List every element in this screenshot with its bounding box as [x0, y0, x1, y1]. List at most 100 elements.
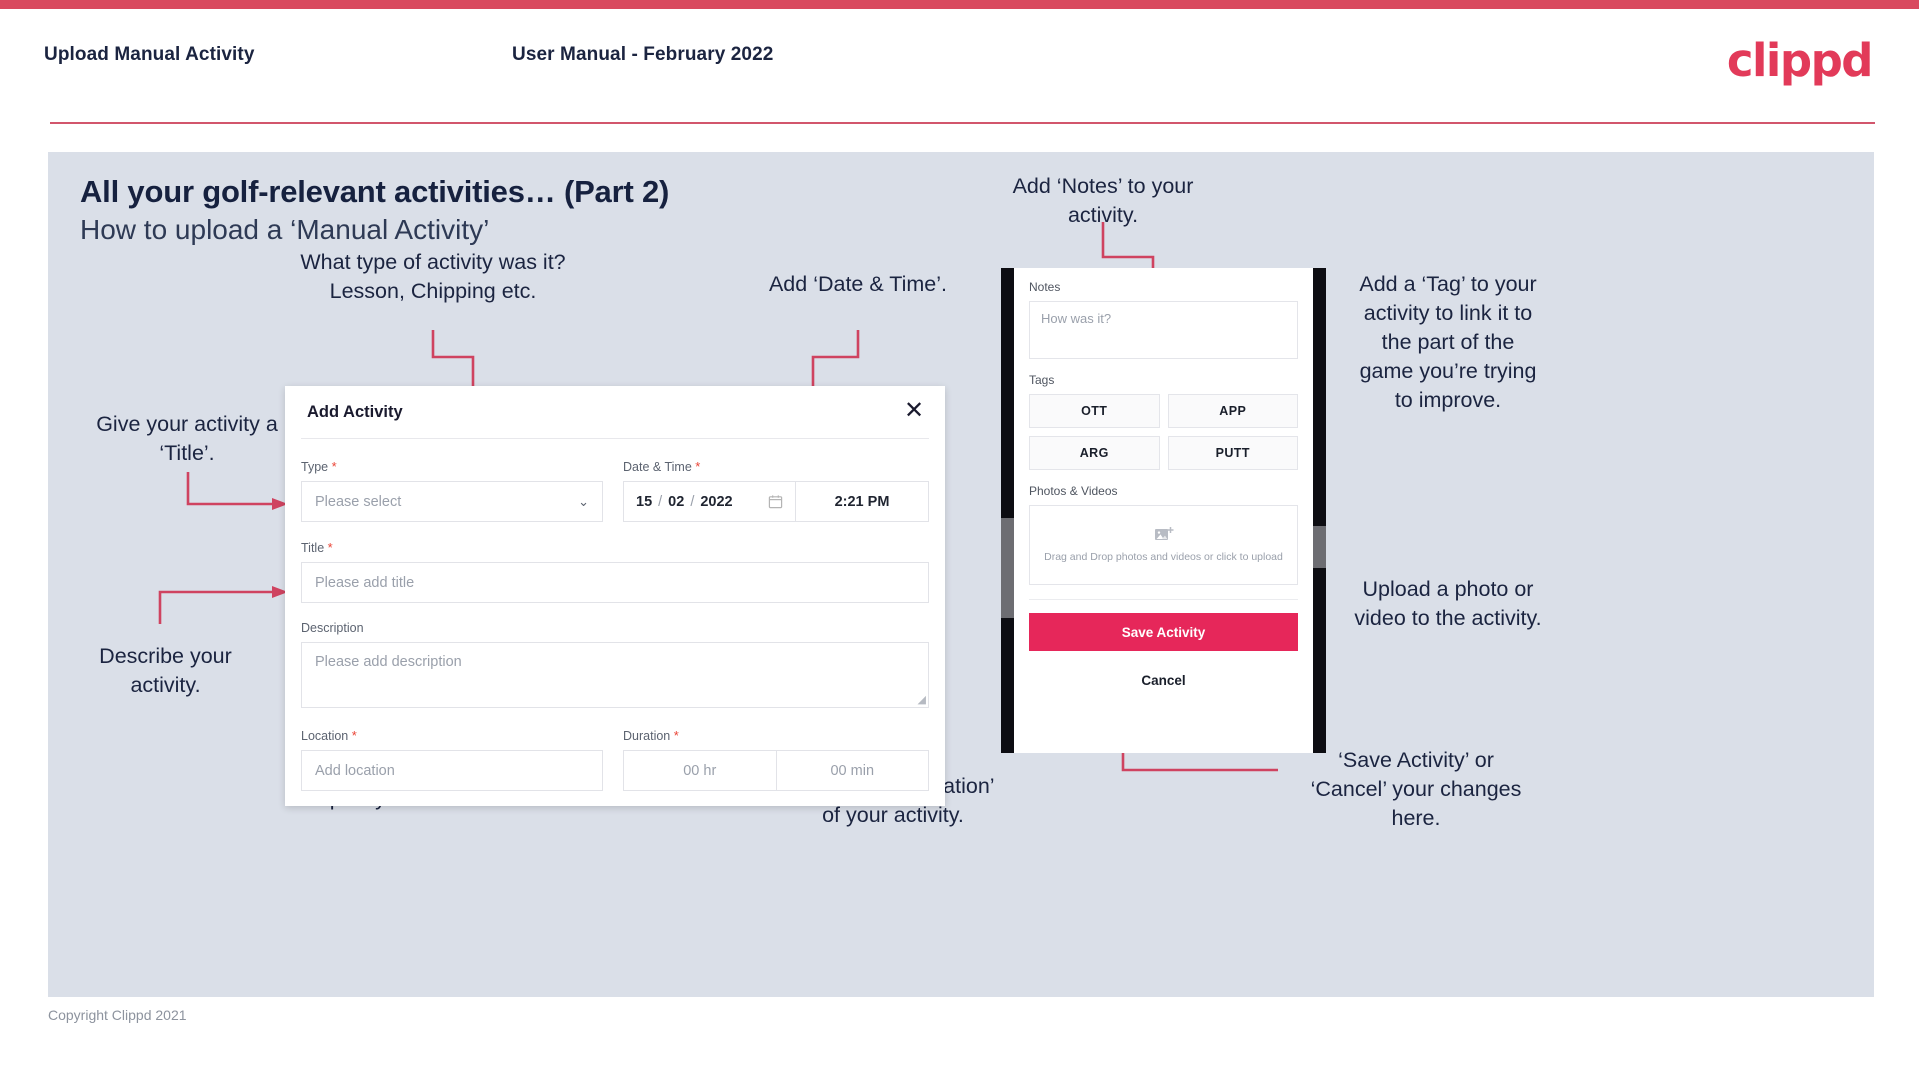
annotation-upload-line1: Upload a photo or: [1362, 577, 1534, 601]
field-location: Location * Add location: [301, 728, 603, 791]
annotation-save-cancel-line2: ‘Cancel’ your changes: [1310, 777, 1522, 801]
title-required-asterisk: *: [327, 540, 333, 555]
duration-group: 00 hr 00 min: [623, 750, 929, 791]
annotation-description-line2: activity.: [130, 673, 201, 697]
tag-button-app[interactable]: APP: [1167, 394, 1298, 428]
annotation-notes-line1: Add ‘Notes’ to your: [1012, 174, 1194, 198]
dialog-header: Add Activity ✕: [285, 386, 945, 438]
location-label-text: Location: [301, 729, 349, 743]
duration-required-asterisk: *: [673, 728, 679, 743]
chevron-down-icon: ⌄: [578, 493, 589, 509]
field-date-time: Date & Time * 15 / 02 / 2022 2:21 PM: [623, 459, 929, 522]
location-input[interactable]: Add location: [301, 750, 603, 791]
notes-label: Notes: [1029, 280, 1061, 294]
tags-grid: OTT APP ARG PUTT: [1029, 394, 1298, 470]
title-label-text: Title: [301, 541, 325, 555]
duration-minutes-input[interactable]: 00 min: [775, 750, 929, 791]
slide-title: All your golf-relevant activities… (Part…: [80, 174, 670, 209]
title-label: Title *: [301, 540, 929, 555]
annotation-notes-line2: activity.: [1067, 203, 1139, 227]
annotation-description: Describe your activity.: [58, 642, 273, 700]
dropzone-text: Drag and Drop photos and videos or click…: [1044, 550, 1283, 563]
header-left-title: Upload Manual Activity: [44, 44, 255, 65]
annotation-type: What type of activity was it? Lesson, Ch…: [288, 248, 578, 306]
phone-right-edge: [1313, 268, 1326, 753]
description-placeholder: Please add description: [315, 654, 462, 670]
tag-button-ott[interactable]: OTT: [1029, 394, 1160, 428]
location-placeholder: Add location: [315, 762, 395, 779]
annotation-date-time-line1: Add ‘Date & Time’.: [768, 272, 948, 296]
footer-copyright: Copyright Clippd 2021: [48, 1007, 187, 1023]
top-accent-bar: [0, 0, 1919, 9]
slide-body: All your golf-relevant activities… (Part…: [48, 152, 1874, 997]
tag-button-putt[interactable]: PUTT: [1167, 436, 1298, 470]
annotation-tags-line5: to improve.: [1394, 388, 1502, 412]
field-duration: Duration * 00 hr 00 min: [623, 728, 929, 791]
field-type: Type * Please select ⌄: [301, 459, 603, 522]
notes-textarea[interactable]: How was it?: [1029, 301, 1298, 359]
annotation-tags-line4: game you’re trying: [1359, 359, 1537, 383]
phone-mockup: Notes How was it? Tags OTT APP ARG PUTT …: [1001, 268, 1326, 753]
annotation-upload-line2: video to the activity.: [1354, 606, 1542, 630]
description-textarea[interactable]: Please add description ◢: [301, 642, 929, 708]
phone-volume-buttons: [1001, 518, 1014, 618]
slide-page: Upload Manual Activity User Manual - Feb…: [0, 0, 1919, 1079]
row-type-datetime: Type * Please select ⌄ Date & Time * 15 …: [301, 459, 929, 522]
date-year: 2022: [700, 493, 733, 510]
annotation-notes: Add ‘Notes’ to your activity.: [993, 172, 1213, 230]
annotation-title-line1: Give your activity a: [96, 412, 278, 436]
annotation-type-line1: What type of activity was it?: [300, 250, 566, 274]
duration-hours-input[interactable]: 00 hr: [623, 750, 776, 791]
tag-button-arg[interactable]: ARG: [1029, 436, 1160, 470]
title-input[interactable]: Please add title: [301, 562, 929, 603]
close-icon[interactable]: ✕: [901, 398, 927, 424]
date-sep-2: /: [690, 493, 695, 510]
notes-placeholder: How was it?: [1041, 311, 1112, 326]
phone-screen: Notes How was it? Tags OTT APP ARG PUTT …: [1014, 268, 1313, 753]
header-center-title: User Manual - February 2022: [512, 44, 774, 65]
location-required-asterisk: *: [351, 728, 357, 743]
annotation-tags-line3: the part of the: [1381, 330, 1515, 354]
duration-label: Duration *: [623, 728, 929, 743]
time-input[interactable]: 2:21 PM: [795, 481, 929, 522]
type-label: Type *: [301, 459, 603, 474]
location-label: Location *: [301, 728, 603, 743]
annotation-save-cancel-line3: here.: [1391, 806, 1441, 830]
duration-label-text: Duration: [623, 729, 671, 743]
tags-label: Tags: [1029, 373, 1055, 387]
type-placeholder: Please select: [315, 493, 402, 510]
date-time-required-asterisk: *: [695, 459, 701, 474]
resize-grip-icon[interactable]: ◢: [918, 693, 926, 706]
date-input[interactable]: 15 / 02 / 2022: [623, 481, 795, 522]
add-image-icon: [1154, 526, 1173, 540]
phone-power-button: [1313, 526, 1326, 568]
annotation-save-cancel-line1: ‘Save Activity’ or: [1338, 748, 1494, 772]
annotation-duration-line2: of your activity.: [822, 803, 964, 827]
annotation-description-line1: Describe your: [99, 644, 232, 668]
type-label-text: Type: [301, 460, 329, 474]
date-month: 02: [668, 493, 685, 510]
row-location-duration: Location * Add location Duration * 00 hr…: [301, 728, 929, 791]
annotation-save-cancel: ‘Save Activity’ or ‘Cancel’ your changes…: [1276, 746, 1556, 833]
cancel-button[interactable]: Cancel: [1029, 673, 1298, 688]
add-activity-dialog: Add Activity ✕ Type * Please select ⌄ Da…: [285, 386, 945, 806]
save-activity-button[interactable]: Save Activity: [1029, 613, 1298, 651]
slide-subtitle: How to upload a ‘Manual Activity’: [80, 214, 490, 245]
annotation-date-time: Add ‘Date & Time’.: [738, 270, 978, 299]
clippd-logo: clippd: [1726, 34, 1874, 87]
type-select[interactable]: Please select ⌄: [301, 481, 603, 522]
annotation-tags: Add a ‘Tag’ to your activity to link it …: [1328, 270, 1568, 415]
dialog-body: Type * Please select ⌄ Date & Time * 15 …: [285, 439, 945, 791]
annotation-title: Give your activity a ‘Title’.: [58, 410, 316, 468]
phone-left-edge: [1001, 268, 1014, 753]
description-label: Description: [301, 621, 929, 635]
dialog-title: Add Activity: [307, 402, 403, 421]
field-description: Description Please add description ◢: [301, 621, 929, 708]
annotation-type-line2: Lesson, Chipping etc.: [329, 279, 537, 303]
photos-videos-label: Photos & Videos: [1029, 484, 1118, 498]
type-required-asterisk: *: [331, 459, 337, 474]
date-time-group: 15 / 02 / 2022 2:21 PM: [623, 481, 929, 522]
calendar-icon[interactable]: [768, 494, 783, 509]
upload-dropzone[interactable]: Drag and Drop photos and videos or click…: [1029, 505, 1298, 585]
description-label-text: Description: [301, 621, 364, 635]
